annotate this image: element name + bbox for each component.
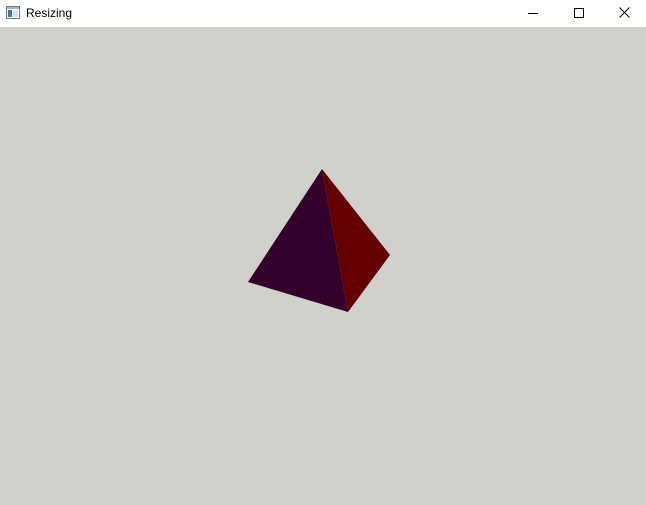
title-bar[interactable]: Resizing bbox=[0, 0, 646, 27]
maximize-button[interactable] bbox=[556, 0, 602, 27]
render-canvas[interactable] bbox=[0, 27, 646, 505]
minimize-icon bbox=[528, 5, 538, 23]
window-title: Resizing bbox=[26, 6, 73, 20]
scene-svg bbox=[248, 169, 390, 312]
app-window: Resizing bbox=[0, 0, 646, 505]
app-window-icon bbox=[6, 6, 20, 19]
maximize-icon bbox=[574, 5, 584, 23]
close-icon bbox=[618, 5, 630, 23]
minimize-button[interactable] bbox=[510, 0, 556, 27]
close-button[interactable] bbox=[601, 0, 646, 27]
